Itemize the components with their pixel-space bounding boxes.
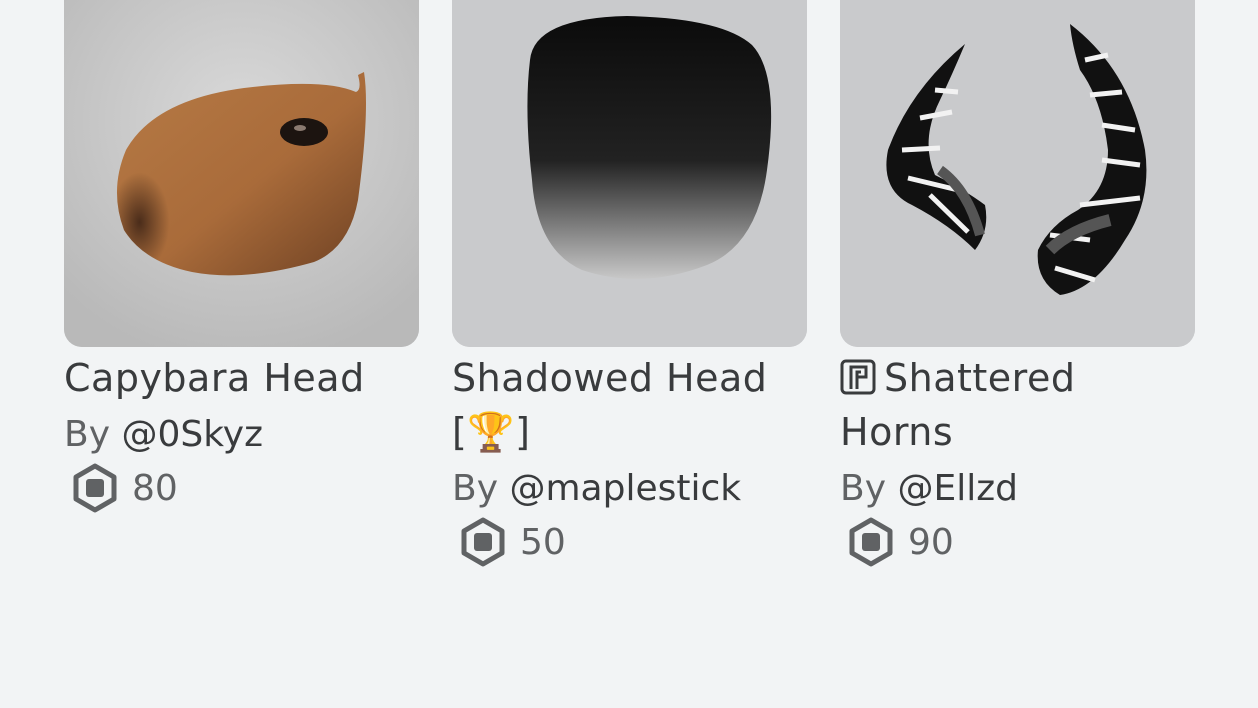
item-creator[interactable]: By @maplestick xyxy=(452,463,807,515)
price-amount: 80 xyxy=(132,467,178,509)
item-creator[interactable]: By @Ellzd xyxy=(840,463,1195,515)
by-label: By xyxy=(452,468,499,509)
item-creator[interactable]: By @0Skyz xyxy=(64,409,419,461)
item-name[interactable]: Capybara Head xyxy=(64,351,419,405)
robux-icon xyxy=(73,463,117,513)
item-name[interactable]: Shadowed Head [🏆] xyxy=(452,351,807,459)
shattered-horns-image xyxy=(840,0,1195,347)
robux-icon xyxy=(461,517,505,567)
item-price: 80 xyxy=(70,461,419,515)
item-price: 90 xyxy=(846,515,1195,569)
item-price: 50 xyxy=(458,515,807,569)
by-label: By xyxy=(64,414,111,455)
item-thumbnail[interactable] xyxy=(840,0,1195,347)
price-amount: 90 xyxy=(908,521,954,563)
creator-link[interactable]: @0Skyz xyxy=(121,414,263,455)
limited-icon xyxy=(840,359,876,395)
by-label: By xyxy=(840,468,887,509)
creator-link[interactable]: @maplestick xyxy=(509,468,741,509)
robux-icon xyxy=(849,517,893,567)
catalog-item-card[interactable]: Capybara Head By @0Skyz 80 xyxy=(64,0,419,569)
capybara-head-image xyxy=(64,0,419,347)
price-amount: 50 xyxy=(520,521,566,563)
shadowed-head-image xyxy=(452,0,807,347)
catalog-item-card[interactable]: Shadowed Head [🏆] By @maplestick 50 xyxy=(452,0,807,569)
creator-link[interactable]: @Ellzd xyxy=(897,468,1018,509)
catalog-item-grid: Capybara Head By @0Skyz 80 Shadowed Head… xyxy=(64,0,1195,569)
catalog-item-card[interactable]: Shattered Horns By @Ellzd 90 xyxy=(840,0,1195,569)
item-name[interactable]: Shattered Horns xyxy=(840,351,1195,459)
item-thumbnail[interactable] xyxy=(64,0,419,347)
item-thumbnail[interactable] xyxy=(452,0,807,347)
